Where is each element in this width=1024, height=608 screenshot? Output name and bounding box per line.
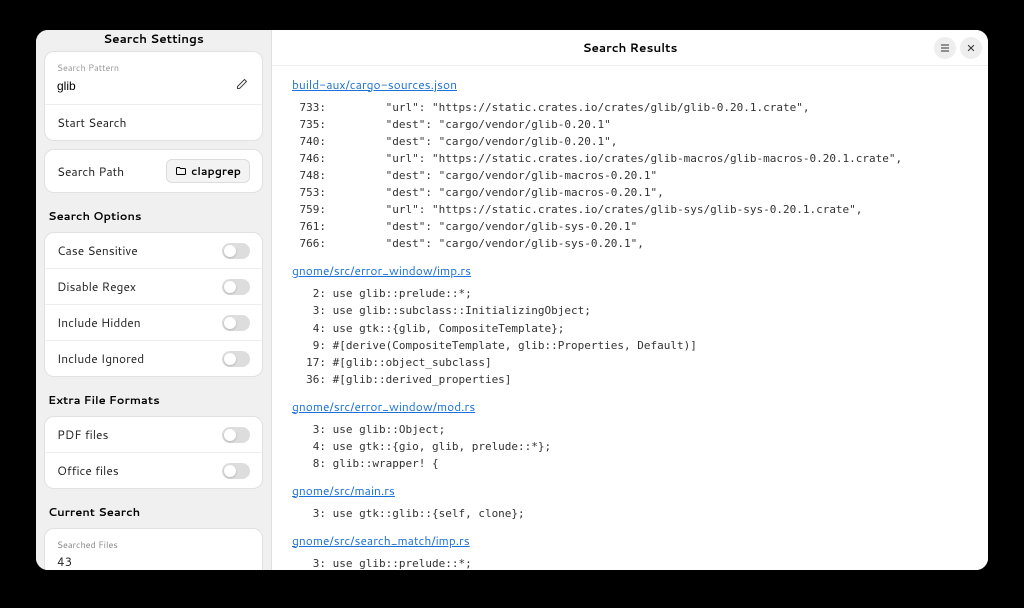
pdf-files-row[interactable]: PDF files <box>45 417 262 453</box>
result-line[interactable]: 759: "url": "https://static.crates.io/cr… <box>292 201 968 218</box>
extra-formats-title: Extra File Formats <box>36 381 271 412</box>
case-sensitive-switch[interactable] <box>222 243 250 259</box>
search-options-title: Search Options <box>36 197 271 228</box>
case-sensitive-row[interactable]: Case Sensitive <box>45 233 262 269</box>
result-line[interactable]: 17: #[glib::object_subclass] <box>292 354 968 371</box>
result-line[interactable]: 740: "dest": "cargo/vendor/glib-0.20.1", <box>292 133 968 150</box>
result-line[interactable]: 3: use glib::Object; <box>292 421 968 438</box>
folder-icon <box>175 165 187 177</box>
result-line[interactable]: 4: use gtk::{glib, CompositeTemplate}; <box>292 320 968 337</box>
result-line[interactable]: 746: "url": "https://static.crates.io/cr… <box>292 150 968 167</box>
results-list[interactable]: build-aux/cargo-sources.json 733: "url": … <box>272 66 988 570</box>
close-button[interactable] <box>960 37 982 59</box>
current-search-card: Searched Files 43 Number of Matches 75 C… <box>44 528 263 570</box>
result-line[interactable]: 3: use gtk::glib::{self, clone}; <box>292 505 968 522</box>
hamburger-icon <box>939 42 951 54</box>
results-title: Search Results <box>583 39 678 56</box>
menu-button[interactable] <box>934 37 956 59</box>
disable-regex-switch[interactable] <box>222 279 250 295</box>
result-line[interactable]: 753: "dest": "cargo/vendor/glib-macros-0… <box>292 184 968 201</box>
result-line[interactable]: 9: #[derive(CompositeTemplate, glib::Pro… <box>292 337 968 354</box>
file-link[interactable]: gnome/src/error_window/imp.rs <box>292 262 471 279</box>
result-line[interactable]: 735: "dest": "cargo/vendor/glib-0.20.1" <box>292 116 968 133</box>
office-files-row[interactable]: Office files <box>45 453 262 488</box>
result-line[interactable]: 748: "dest": "cargo/vendor/glib-macros-0… <box>292 167 968 184</box>
file-link[interactable]: build-aux/cargo-sources.json <box>292 76 457 93</box>
result-line[interactable]: 3: use glib::subclass::InitializingObjec… <box>292 302 968 319</box>
result-line[interactable]: 761: "dest": "cargo/vendor/glib-sys-0.20… <box>292 218 968 235</box>
include-ignored-switch[interactable] <box>222 351 250 367</box>
result-line[interactable]: 2: use glib::prelude::*; <box>292 285 968 302</box>
search-path-card: Search Path clapgrep <box>44 149 263 193</box>
office-files-switch[interactable] <box>222 463 250 479</box>
disable-regex-row[interactable]: Disable Regex <box>45 269 262 305</box>
titlebar: Search Results <box>272 30 988 66</box>
app-window: Search Settings Search Pattern Start Sea… <box>36 30 988 570</box>
file-link[interactable]: gnome/src/error_window/mod.rs <box>292 398 475 415</box>
sidebar: Search Settings Search Pattern Start Sea… <box>36 30 272 570</box>
search-pattern-row[interactable]: Search Pattern <box>45 52 262 105</box>
close-icon <box>966 43 976 53</box>
search-path-chip[interactable]: clapgrep <box>166 159 250 183</box>
file-link[interactable]: gnome/src/main.rs <box>292 482 395 499</box>
main-pane: Search Results build-aux/cargo-sources.j… <box>272 30 988 570</box>
result-line[interactable]: 733: "url": "https://static.crates.io/cr… <box>292 99 968 116</box>
search-card: Search Pattern Start Search <box>44 51 263 141</box>
result-line[interactable]: 4: use gtk::{gio, glib, prelude::*}; <box>292 438 968 455</box>
search-pattern-label: Search Pattern <box>57 61 250 74</box>
sidebar-title: Search Settings <box>36 30 271 47</box>
result-line[interactable]: 36: #[glib::derived_properties] <box>292 371 968 388</box>
start-search-button[interactable]: Start Search <box>45 105 262 140</box>
pdf-files-switch[interactable] <box>222 427 250 443</box>
search-path-row[interactable]: Search Path clapgrep <box>45 150 262 192</box>
extra-formats-card: PDF files Office files <box>44 416 263 489</box>
current-search-title: Current Search <box>36 493 271 524</box>
file-link[interactable]: gnome/src/search_match/imp.rs <box>292 532 470 549</box>
include-ignored-row[interactable]: Include Ignored <box>45 341 262 376</box>
result-line[interactable]: 766: "dest": "cargo/vendor/glib-sys-0.20… <box>292 235 968 252</box>
include-hidden-switch[interactable] <box>222 315 250 331</box>
search-options-card: Case Sensitive Disable Regex Include Hid… <box>44 232 263 377</box>
result-line[interactable]: 8: glib::wrapper! { <box>292 455 968 472</box>
result-line[interactable]: 3: use glib::prelude::*; <box>292 555 968 570</box>
include-hidden-row[interactable]: Include Hidden <box>45 305 262 341</box>
searched-files-row: Searched Files 43 <box>45 529 262 570</box>
edit-icon[interactable] <box>234 76 250 95</box>
search-pattern-input[interactable] <box>57 79 234 93</box>
